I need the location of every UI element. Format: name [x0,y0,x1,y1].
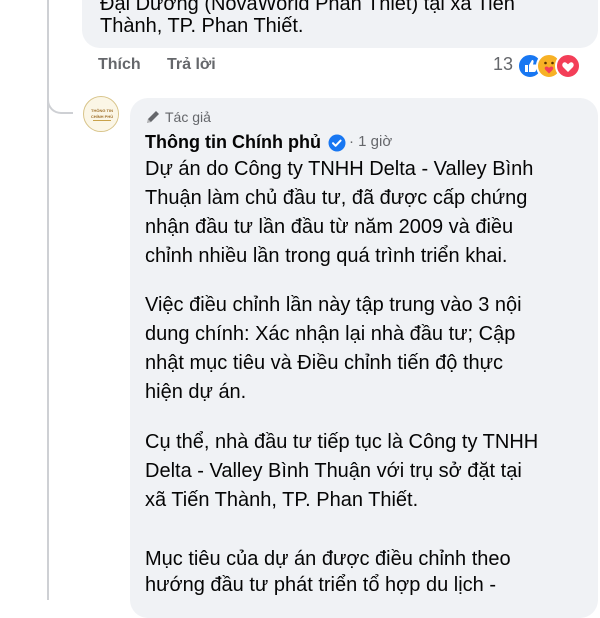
comment-text-line: Dự án do Công ty TNHH Delta - Valley Bìn… [145,158,534,180]
comment-text-line: dung chính: Xác nhận lại nhà đầu tư; Cập [145,323,516,345]
pencil-icon [147,111,159,123]
reply-button[interactable]: Trả lời [167,56,216,74]
government-logo-icon: THÔNG TIN CHÍNH PHỦ [85,98,118,131]
author-badge-label: Tác giả [165,109,211,125]
comment-text-line: Delta - Valley Bình Thuận với trụ sở đặt… [145,460,522,482]
comment-text-line: nhật mục tiêu và Điều chỉnh tiến độ thực [145,352,504,374]
thread-connector [47,72,73,114]
previous-comment-line: Thành, TP. Phan Thiết. [100,15,304,37]
verified-badge-icon [328,134,346,152]
svg-text:THÔNG TIN: THÔNG TIN [91,108,113,113]
love-icon [555,53,581,79]
avatar[interactable]: THÔNG TIN CHÍNH PHỦ [83,96,119,132]
like-button[interactable]: Thích [98,56,141,74]
comment-text-line: Thuận làm chủ đầu tư, đã được cấp chứng [145,187,528,209]
time-label[interactable]: 1 giờ [358,133,392,150]
author-name[interactable]: Thông tin Chính phủ [145,132,321,153]
comment-text-line: Việc điều chỉnh lần này tập trung vào 3 … [145,294,522,316]
comment-text-line: chỉnh nhiều lần trong quá trình triển kh… [145,245,508,267]
comment-text-line: hiện dự án. [145,381,247,403]
comment-text-line: xã Tiến Thành, TP. Phan Thiết. [145,489,419,511]
separator-dot: · [349,133,354,150]
comment-text-line: Mục tiêu của dự án được điều chỉnh theo [145,548,511,570]
comment-time[interactable]: · 1 giờ [349,133,392,150]
reaction-count[interactable]: 13 [493,54,513,75]
comment-text-line: nhận đầu tư lần đầu từ năm 2009 và điều [145,216,514,238]
comment-text-line: hướng đầu tư phát triển tổ hợp du lịch - [145,574,496,596]
comment-text-line: Cụ thể, nhà đầu tư tiếp tục là Công ty T… [145,431,539,453]
svg-text:CHÍNH PHỦ: CHÍNH PHỦ [91,114,113,119]
